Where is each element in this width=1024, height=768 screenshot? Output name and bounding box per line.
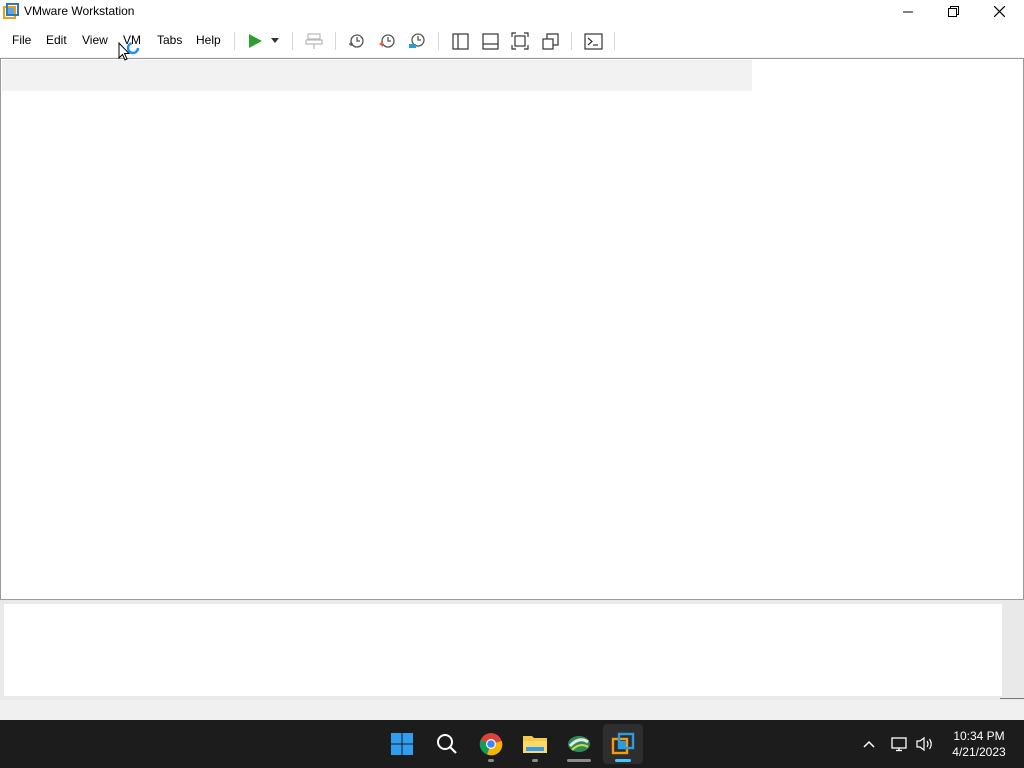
search-button[interactable] [427,724,467,764]
title-bar: VMware Workstation [0,0,1024,23]
toolbar-separator [438,32,439,50]
restore-button[interactable] [930,0,976,23]
toolbar-separator [335,32,336,50]
clock-time: 10:34 PM [953,729,1005,743]
active-indicator [615,759,631,762]
network-status-button[interactable] [890,734,910,754]
vm-workspace [0,58,1024,600]
show-thumbnail-bar-icon [481,32,499,50]
menu-file[interactable]: File [12,33,31,47]
menu-view[interactable]: View [82,33,108,47]
clock-date: 4/21/2023 [952,745,1006,759]
vmware-icon [611,732,635,755]
thumbnail-bar [0,600,1024,700]
take-snapshot-icon [349,34,364,48]
start-button[interactable] [382,724,422,764]
windows-start-icon [391,733,413,755]
show-hidden-icons-button[interactable] [859,734,879,754]
close-icon [993,6,1005,17]
taskbar-file-explorer[interactable] [515,724,555,764]
running-indicator [532,759,538,762]
taskbar-chrome[interactable] [471,724,511,764]
search-icon [437,734,457,754]
vmware-icon [3,3,19,19]
dropdown-arrow-icon [271,38,279,43]
full-screen-button[interactable] [509,30,531,52]
thumbnail-area [4,604,1002,696]
tab-strip [2,60,752,91]
restore-icon [947,6,959,17]
snapshot-manager-icon [409,33,425,48]
chrome-icon [479,733,503,756]
full-screen-icon [511,32,529,50]
close-button[interactable] [976,0,1022,23]
menu-toolbar: File Edit View VM Tabs Help [0,23,1024,57]
power-on-icon [249,34,262,48]
minimize-button[interactable] [885,0,931,23]
taskbar-vmware[interactable] [603,724,643,764]
unity-button[interactable] [539,30,561,52]
status-bar [0,700,1024,720]
snapshot-manager-button[interactable] [406,30,428,52]
volume-button[interactable] [915,734,935,754]
taskbar-network-app[interactable] [559,724,599,764]
minimize-icon [903,11,913,12]
chevron-up-icon [863,740,875,748]
toolbar-separator [292,32,293,50]
console-view-button[interactable] [582,30,604,52]
menu-help[interactable]: Help [196,33,221,47]
toolbar-separator [571,32,572,50]
revert-snapshot-icon [379,34,395,48]
taskbar-clock[interactable]: 10:34 PM 4/21/2023 [944,728,1014,760]
running-indicator [567,759,591,762]
volume-icon [916,736,932,752]
unity-icon [541,32,559,50]
window-title: VMware Workstation [24,4,135,18]
busy-cursor-icon [118,42,140,61]
toolbar-separator [614,32,615,50]
menu-edit[interactable]: Edit [46,33,67,47]
taskbar: 10:34 PM 4/21/2023 [0,720,1024,768]
menu-tabs[interactable]: Tabs [157,33,182,47]
show-library-button[interactable] [449,30,471,52]
running-indicator [488,759,494,762]
revert-snapshot-button[interactable] [376,30,398,52]
network-icon [891,737,907,752]
show-library-icon [451,32,469,50]
show-thumbnail-bar-button[interactable] [479,30,501,52]
power-on-button[interactable] [244,30,266,52]
console-view-icon [583,32,603,50]
divider [1000,698,1024,699]
network-app-icon [568,736,590,752]
take-snapshot-button[interactable] [345,30,367,52]
send-ctrl-alt-del-button[interactable] [303,30,325,52]
toolbar-separator [234,32,235,50]
power-dropdown-button[interactable] [266,30,284,52]
file-explorer-icon [523,736,547,753]
send-ctrl-alt-del-icon [305,33,323,49]
